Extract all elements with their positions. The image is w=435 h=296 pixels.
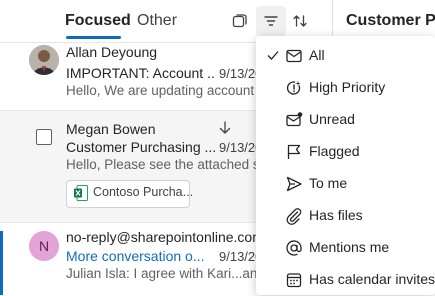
tab-focused[interactable]: Focused bbox=[65, 12, 131, 30]
filter-menu-item-label: Has files bbox=[309, 207, 363, 223]
at-sign-icon bbox=[286, 240, 302, 256]
select-checkbox[interactable] bbox=[36, 129, 52, 145]
tab-other[interactable]: Other bbox=[137, 12, 177, 30]
filter-icon bbox=[264, 16, 278, 26]
tab-focused-underline bbox=[66, 36, 121, 39]
unread-envelope-icon bbox=[286, 112, 303, 127]
envelope-icon bbox=[286, 49, 302, 63]
move-down-icon[interactable] bbox=[217, 120, 233, 136]
message-subject: Customer Purchasing ... bbox=[66, 139, 216, 155]
filter-menu-item-has-files[interactable]: Has files bbox=[256, 200, 435, 232]
message-preview: Hello, Please see the attached sp bbox=[66, 157, 256, 172]
filter-menu-item-label: Mentions me bbox=[309, 239, 390, 255]
attachment-name: Contoso Purcha... bbox=[93, 185, 194, 199]
filter-menu-item-unread[interactable]: Unread bbox=[256, 104, 435, 136]
send-arrow-icon bbox=[286, 176, 302, 192]
filter-menu-item-to-me[interactable]: To me bbox=[256, 168, 435, 200]
filter-menu-item-all[interactable]: All bbox=[256, 40, 435, 72]
select-mode-icon[interactable] bbox=[232, 13, 248, 29]
calendar-icon bbox=[286, 273, 302, 288]
filter-menu-item-label: All bbox=[309, 47, 325, 63]
list-item[interactable] bbox=[3, 223, 256, 295]
checkmark-icon bbox=[267, 51, 279, 60]
sort-icon[interactable] bbox=[292, 13, 308, 29]
paperclip-icon bbox=[286, 208, 302, 225]
flag-icon bbox=[287, 144, 301, 159]
reading-pane-title: Customer Pu bbox=[346, 12, 435, 29]
filter-menu-item-label: Unread bbox=[309, 111, 355, 127]
filter-menu-item-label: Flagged bbox=[309, 143, 360, 159]
message-sender: Megan Bowen bbox=[66, 121, 156, 137]
filter-menu-item-flagged[interactable]: Flagged bbox=[256, 136, 435, 168]
filter-menu-item-label: Has calendar invites bbox=[309, 271, 435, 287]
filter-menu-item-has-calendar-invites[interactable]: Has calendar invites bbox=[256, 264, 435, 296]
filter-menu-item-label: To me bbox=[309, 175, 348, 191]
excel-file-icon bbox=[74, 185, 88, 201]
filter-menu-item-label: High Priority bbox=[309, 79, 386, 95]
filter-menu-item-mentions-me[interactable]: Mentions me bbox=[256, 232, 435, 264]
filter-menu-item-high-priority[interactable]: High Priority bbox=[256, 72, 435, 104]
list-item[interactable] bbox=[0, 45, 256, 108]
high-priority-icon bbox=[286, 80, 301, 95]
